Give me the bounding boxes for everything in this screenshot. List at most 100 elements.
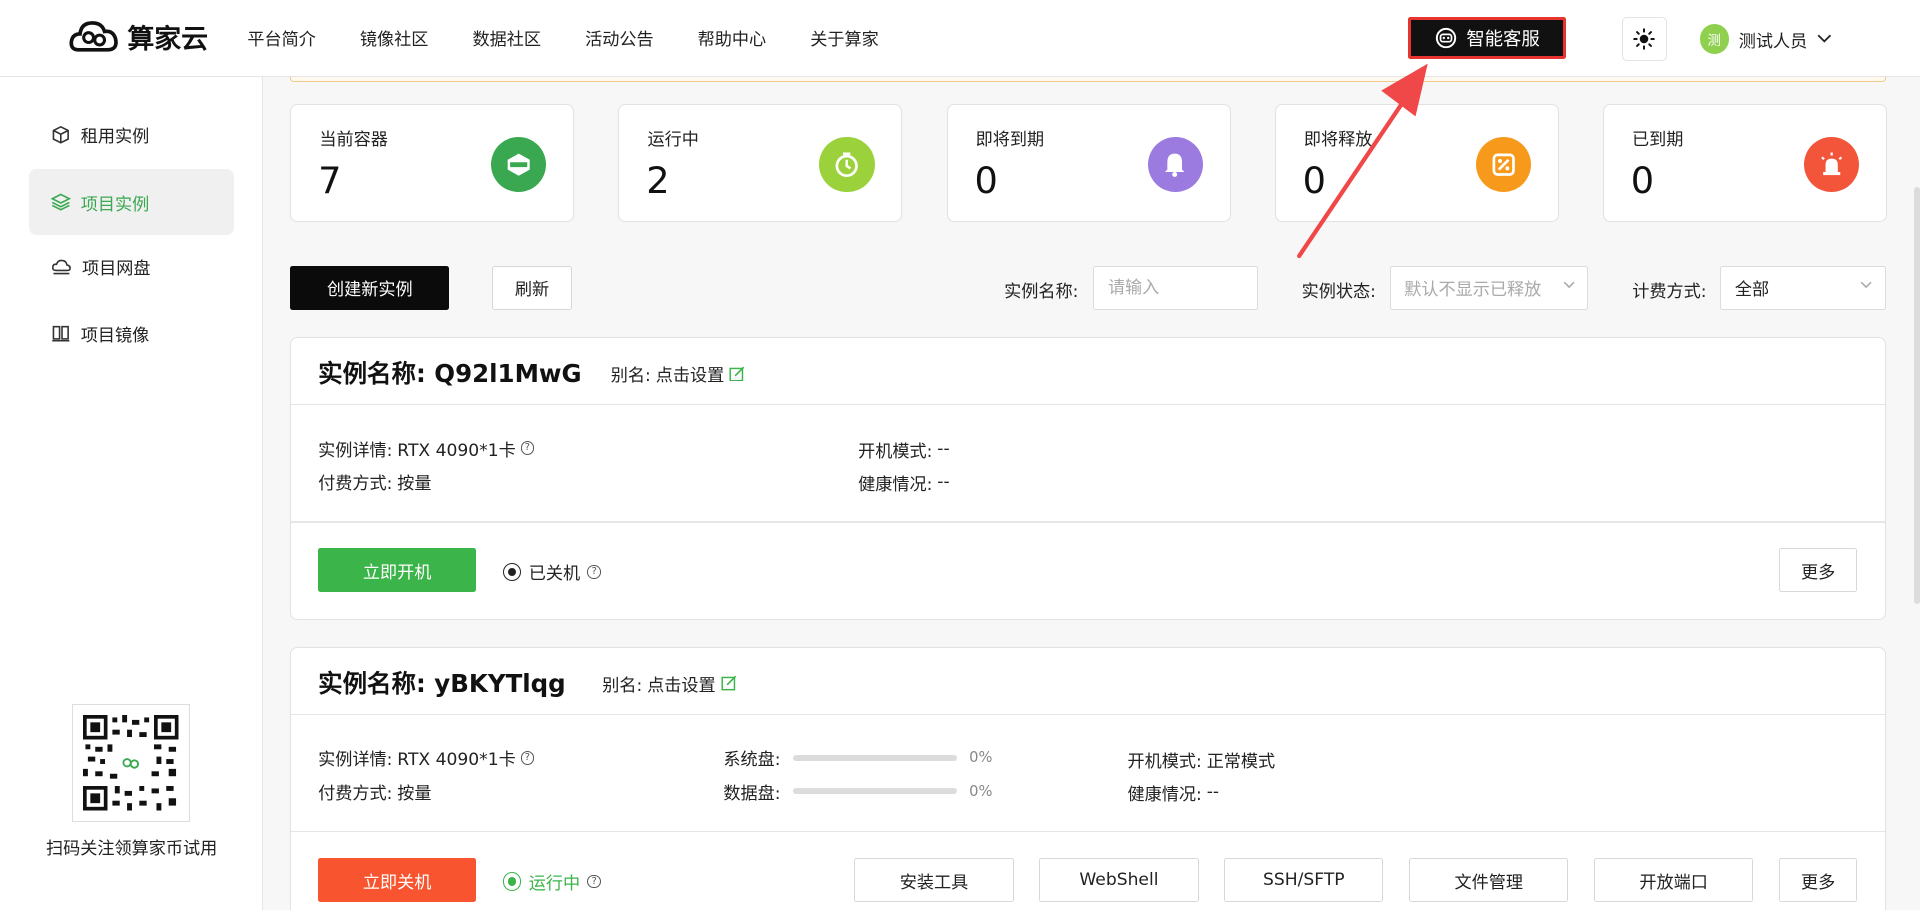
sidebar: 租用实例 项目实例 项目网盘 项目镜像 扫码关注领算家币试用 <box>0 77 264 910</box>
more-button[interactable]: 更多 <box>1778 858 1858 903</box>
chevron-down-icon <box>1860 282 1872 289</box>
qr-code-icon <box>83 715 179 811</box>
boot-value: 正常模式 <box>1206 751 1276 772</box>
alias-link[interactable]: 点击设置 <box>647 671 716 696</box>
user-menu[interactable]: 测 测试人员 <box>1699 24 1832 54</box>
alias: 别名: 点击设置 <box>611 361 745 386</box>
alias-link[interactable]: 点击设置 <box>656 361 725 386</box>
chevron-down-icon <box>1817 34 1832 43</box>
help-icon[interactable]: ? <box>587 874 601 889</box>
user-name: 测试人员 <box>1738 31 1808 52</box>
stat-value: 0 <box>1302 158 1326 202</box>
pay-label: 付费方式: <box>318 473 393 494</box>
stat-value: 7 <box>318 158 342 202</box>
alias-label: 别名: <box>610 365 651 386</box>
system-disk-label: 系统盘: <box>723 750 781 771</box>
release-icon <box>1475 136 1531 192</box>
help-icon[interactable]: ? <box>520 441 535 455</box>
status-dot-icon <box>503 562 522 582</box>
cube-icon <box>53 125 70 144</box>
file-manager-button[interactable]: 文件管理 <box>1409 858 1569 903</box>
timer-icon <box>819 136 875 192</box>
stat-releasing-soon[interactable]: 即将释放 0 <box>1274 104 1559 222</box>
sidebar-item-project-drive[interactable]: 项目网盘 <box>29 234 233 300</box>
sidebar-item-project-image[interactable]: 项目镜像 <box>29 300 233 366</box>
nav-announcements[interactable]: 活动公告 <box>585 25 654 50</box>
cloud-drive-icon <box>52 259 72 275</box>
divider <box>291 713 1885 715</box>
stat-current-containers[interactable]: 当前容器 7 <box>290 104 575 222</box>
qr-code <box>72 704 190 822</box>
boot-value: -- <box>937 439 950 460</box>
sidebar-item-label: 项目镜像 <box>80 325 150 346</box>
stat-expiring-soon[interactable]: 即将到期 0 <box>946 104 1231 222</box>
instance-card: 实例名称: yBKYTlqg 别名: 点击设置 实例详情: RTX 4090*1… <box>290 646 1886 910</box>
pay-row: 付费方式: 按量 <box>318 469 431 494</box>
instance-status-placeholder: 默认不显示已释放 <box>1404 280 1542 301</box>
status-text: 运行中 <box>528 874 581 895</box>
health-label: 健康情况: <box>1127 784 1202 805</box>
image-stack-icon <box>52 326 70 342</box>
notice-bar <box>290 77 1886 83</box>
sidebar-item-label: 租用实例 <box>80 127 150 148</box>
theme-toggle-button[interactable] <box>1622 17 1667 62</box>
data-disk-bar <box>792 787 957 795</box>
help-icon[interactable]: ? <box>520 751 535 765</box>
nav-data-community[interactable]: 数据社区 <box>473 25 542 50</box>
billing-select[interactable]: 全部 <box>1720 265 1886 310</box>
data-disk-label: 数据盘: <box>723 783 781 804</box>
status-dot-icon <box>503 872 522 891</box>
stat-value: 2 <box>646 158 670 202</box>
instance-status: 运行中 ? <box>503 869 601 894</box>
vertical-scrollbar[interactable] <box>1913 187 1920 604</box>
create-instance-button[interactable]: 创建新实例 <box>290 265 450 310</box>
ai-service-button[interactable]: 智能客服 <box>1408 17 1567 59</box>
edit-icon[interactable] <box>721 675 737 691</box>
layers-icon <box>51 193 71 211</box>
sidebar-item-label: 项目网盘 <box>82 259 151 280</box>
instance-name-input[interactable] <box>1093 265 1258 310</box>
boot-label: 开机模式: <box>858 441 933 462</box>
status-text: 已关机 <box>528 564 581 585</box>
stop-instance-button[interactable]: 立即关机 <box>318 858 477 903</box>
stat-value: 0 <box>1630 158 1655 202</box>
refresh-button[interactable]: 刷新 <box>492 265 572 310</box>
stat-label: 已到期 <box>1632 129 1684 150</box>
stat-expired[interactable]: 已到期 0 <box>1602 104 1887 222</box>
pay-value: 按量 <box>397 473 432 494</box>
logo-text: 算家云 <box>127 24 209 56</box>
webshell-button[interactable]: WebShell <box>1039 858 1199 903</box>
install-tools-button[interactable]: 安装工具 <box>854 858 1014 903</box>
start-instance-button[interactable]: 立即开机 <box>318 548 477 593</box>
logo[interactable]: 算家云 <box>69 15 209 59</box>
instance-status-select[interactable]: 默认不显示已释放 <box>1389 265 1589 310</box>
instance-status: 已关机 ? <box>503 559 601 584</box>
container-icon <box>491 136 547 192</box>
nav-image-community[interactable]: 镜像社区 <box>360 25 429 50</box>
top-header: 算家云 平台简介 镜像社区 数据社区 活动公告 帮助中心 关于算家 智能客服 测… <box>0 0 1920 78</box>
instance-status-label: 实例状态: <box>1301 281 1376 302</box>
detail-value: RTX 4090*1卡 <box>397 440 516 461</box>
more-button[interactable]: 更多 <box>1778 548 1858 593</box>
main-nav: 平台简介 镜像社区 数据社区 活动公告 帮助中心 关于算家 <box>247 0 922 76</box>
detail-label: 实例详情: <box>318 750 393 771</box>
avatar: 测 <box>1699 24 1729 54</box>
ssh-sftp-button[interactable]: SSH/SFTP <box>1224 858 1384 903</box>
detail-label: 实例详情: <box>318 440 393 461</box>
sidebar-item-rent-instance[interactable]: 租用实例 <box>29 102 233 168</box>
nav-about[interactable]: 关于算家 <box>810 25 879 50</box>
instance-title: 实例名称: Q92l1MwG <box>318 358 582 388</box>
divider <box>291 831 1885 833</box>
detail-row: 实例详情: RTX 4090*1卡 ? <box>318 745 535 771</box>
sidebar-item-project-instance[interactable]: 项目实例 <box>29 168 234 236</box>
nav-help-center[interactable]: 帮助中心 <box>698 25 767 50</box>
sidebar-item-label: 项目实例 <box>80 194 150 215</box>
edit-icon[interactable] <box>729 366 745 382</box>
stat-running[interactable]: 运行中 2 <box>618 104 903 222</box>
health-row: 健康情况: -- <box>1128 780 1220 805</box>
nav-platform-intro[interactable]: 平台简介 <box>247 25 316 50</box>
ai-service-label: 智能客服 <box>1466 28 1540 50</box>
help-icon[interactable]: ? <box>587 565 601 579</box>
open-port-button[interactable]: 开放端口 <box>1594 858 1754 903</box>
qr-caption: 扫码关注领算家币试用 <box>46 838 218 859</box>
